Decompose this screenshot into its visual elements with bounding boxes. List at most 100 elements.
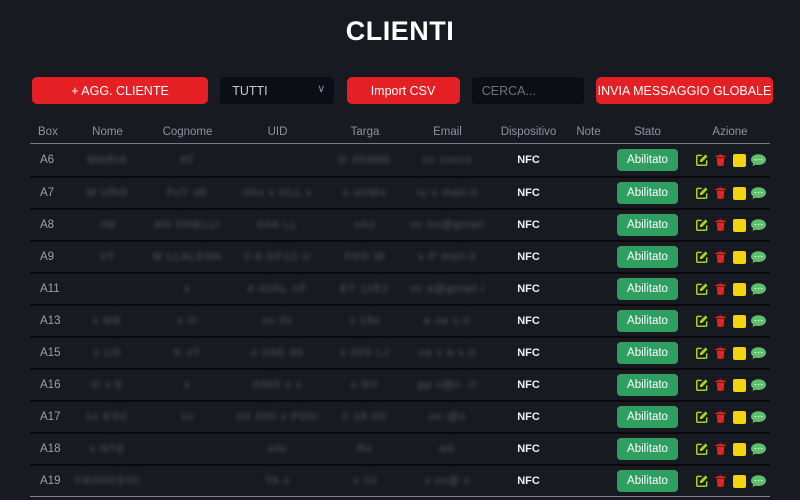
- table-row: A6 MARIA AT D 353ME xx xxxxx NFC Abilita…: [30, 144, 770, 176]
- delete-button[interactable]: [713, 442, 728, 457]
- cell-box: A6: [40, 154, 55, 166]
- cell-nome: M URO: [86, 187, 129, 199]
- edit-button[interactable]: [694, 186, 709, 201]
- chat-icon: [751, 218, 766, 231]
- cell-email: iu x mail.it: [417, 187, 478, 199]
- search-input[interactable]: [471, 77, 584, 104]
- status-button[interactable]: Abilitato: [617, 246, 678, 268]
- status-button[interactable]: Abilitato: [617, 438, 678, 460]
- column-header-dispositivo: Dispositivo: [500, 125, 557, 138]
- import-csv-button[interactable]: Import CSV: [346, 77, 460, 104]
- message-button[interactable]: [751, 153, 766, 168]
- status-button[interactable]: Abilitato: [617, 214, 678, 236]
- edit-button[interactable]: [694, 378, 709, 393]
- cell-azione: [690, 186, 770, 201]
- delete-button[interactable]: [713, 346, 728, 361]
- edit-button[interactable]: [694, 410, 709, 425]
- cell-nome: MARIA: [87, 154, 128, 166]
- parking-button[interactable]: [732, 218, 747, 233]
- status-button[interactable]: Abilitato: [617, 310, 678, 332]
- status-button[interactable]: Abilitato: [617, 278, 678, 300]
- delete-button[interactable]: [713, 218, 728, 233]
- delete-button[interactable]: [713, 282, 728, 297]
- cell-email: pp x@x .it: [417, 379, 478, 391]
- edit-icon: [695, 283, 708, 296]
- parking-button[interactable]: [732, 378, 747, 393]
- delete-button[interactable]: [713, 250, 728, 265]
- cell-uid: 4 42AL 1P: [247, 283, 308, 295]
- cell-uid: 0 A GF13 U: [244, 251, 311, 263]
- cell-targa: Rx: [357, 443, 373, 455]
- message-button[interactable]: [751, 250, 766, 265]
- message-button[interactable]: [751, 378, 766, 393]
- column-header-stato: Stato: [634, 125, 661, 138]
- parking-icon: [733, 282, 746, 296]
- status-button[interactable]: Abilitato: [617, 470, 678, 492]
- parking-button[interactable]: [732, 250, 747, 265]
- status-button[interactable]: Abilitato: [617, 406, 678, 428]
- parking-button[interactable]: [732, 153, 747, 168]
- status-button[interactable]: Abilitato: [617, 374, 678, 396]
- edit-icon: [695, 347, 708, 360]
- message-button[interactable]: [751, 314, 766, 329]
- message-button[interactable]: [751, 218, 766, 233]
- parking-button[interactable]: [732, 410, 747, 425]
- table-row: A19 FRANCESCO TA x x 3J x xx@ x NFC Abil…: [30, 464, 770, 496]
- chat-icon: [751, 250, 766, 263]
- status-button[interactable]: Abilitato: [617, 342, 678, 364]
- message-button[interactable]: [751, 282, 766, 297]
- cell-stato: Abilitato: [605, 438, 690, 460]
- table-body: A6 MARIA AT D 353ME xx xxxxx NFC Abilita…: [30, 144, 770, 500]
- cell-cognome: x: [184, 379, 191, 391]
- delete-button[interactable]: [713, 186, 728, 201]
- message-button[interactable]: [751, 186, 766, 201]
- parking-button[interactable]: [732, 474, 747, 489]
- chat-icon: [751, 442, 766, 455]
- cell-azione: [690, 442, 770, 457]
- edit-button[interactable]: [694, 250, 709, 265]
- parking-button[interactable]: [732, 314, 747, 329]
- parking-button[interactable]: [732, 442, 747, 457]
- status-button[interactable]: Abilitato: [617, 182, 678, 204]
- column-header-note: Note: [576, 125, 601, 138]
- message-button[interactable]: [751, 346, 766, 361]
- delete-button[interactable]: [713, 314, 728, 329]
- delete-button[interactable]: [713, 153, 728, 168]
- parking-icon: [733, 153, 746, 167]
- send-global-message-button[interactable]: INVIA MESSAGGIO GLOBALE: [596, 77, 773, 104]
- cell-dispositivo: NFC: [517, 411, 540, 423]
- parking-button[interactable]: [732, 346, 747, 361]
- column-header-email: Email: [433, 125, 462, 138]
- trash-icon: [715, 219, 726, 231]
- column-header-box: Box: [38, 125, 58, 138]
- cell-dispositivo: NFC: [517, 347, 540, 359]
- edit-button[interactable]: [694, 346, 709, 361]
- edit-button[interactable]: [694, 314, 709, 329]
- parking-icon: [733, 346, 746, 360]
- edit-button[interactable]: [694, 218, 709, 233]
- delete-button[interactable]: [713, 474, 728, 489]
- edit-button[interactable]: [694, 442, 709, 457]
- status-button[interactable]: Abilitato: [617, 149, 678, 171]
- cell-dispositivo: NFC: [517, 379, 540, 391]
- parking-button[interactable]: [732, 282, 747, 297]
- parking-button[interactable]: [732, 186, 747, 201]
- parking-icon: [733, 474, 746, 488]
- column-header-azione: Azione: [712, 125, 748, 138]
- edit-button[interactable]: [694, 153, 709, 168]
- cell-stato: Abilitato: [605, 214, 690, 236]
- cell-nome: 1x ESC: [85, 411, 130, 423]
- filter-select[interactable]: TUTTI ∨: [220, 77, 335, 104]
- edit-button[interactable]: [694, 282, 709, 297]
- add-client-button[interactable]: + AGG. CLIENTE: [32, 77, 208, 104]
- delete-button[interactable]: [713, 410, 728, 425]
- cell-email: un @x: [429, 411, 466, 423]
- cell-uid: 04A LL: [257, 219, 298, 231]
- delete-button[interactable]: [713, 378, 728, 393]
- message-button[interactable]: [751, 410, 766, 425]
- message-button[interactable]: [751, 474, 766, 489]
- message-button[interactable]: [751, 442, 766, 457]
- cell-box: A13: [40, 315, 61, 327]
- edit-button[interactable]: [694, 474, 709, 489]
- cell-azione: [690, 282, 770, 297]
